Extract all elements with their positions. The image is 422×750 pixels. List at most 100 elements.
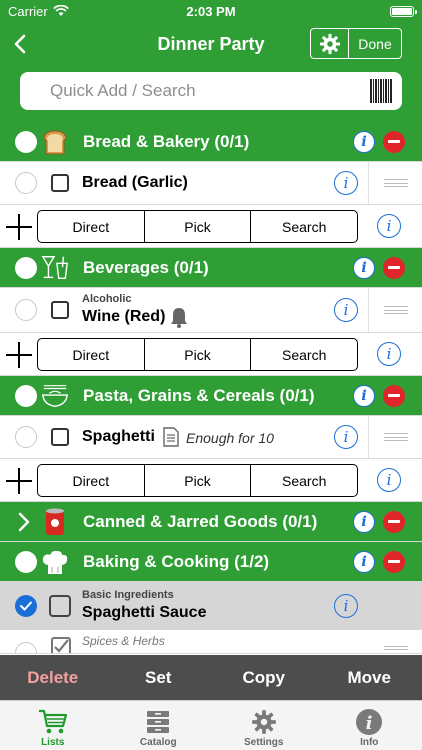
item-info-icon[interactable]: i [334, 171, 358, 195]
item-checkbox[interactable] [51, 174, 69, 192]
chevron-left-icon [14, 34, 26, 54]
category-select-circle[interactable] [15, 550, 37, 573]
pick-button[interactable]: Pick [145, 465, 252, 496]
drag-handle-icon[interactable] [384, 179, 408, 187]
category-label: Canned & Jarred Goods (0/1) [83, 511, 318, 531]
tab-label: Settings [244, 737, 284, 748]
category-select-circle[interactable] [15, 384, 37, 407]
item-subtitle: Spices & Herbs [82, 634, 165, 648]
checked-checkbox-icon[interactable] [50, 636, 72, 654]
checkmark-icon [20, 601, 32, 611]
add-info-icon[interactable]: i [377, 342, 401, 366]
add-mode-segmented-control: Direct Pick Search [37, 464, 358, 497]
category-canned-jarred-goods[interactable]: Canned & Jarred Goods (0/1) i [0, 502, 422, 542]
tab-settings[interactable]: Settings [211, 701, 317, 750]
category-delete-button[interactable] [383, 550, 405, 573]
search-button[interactable]: Search [251, 465, 357, 496]
barcode-icon[interactable] [370, 79, 392, 103]
tab-catalog[interactable]: Catalog [106, 701, 212, 750]
plus-icon[interactable] [6, 468, 32, 494]
info-icon: i [356, 709, 383, 735]
svg-text:i: i [366, 713, 373, 734]
category-info-button[interactable]: i [353, 256, 375, 279]
delete-button[interactable]: Delete [0, 668, 106, 688]
minus-icon [383, 510, 405, 533]
search-button[interactable]: Search [251, 211, 357, 242]
category-info-button[interactable]: i [353, 384, 375, 407]
list-item[interactable]: Spaghetti Enough for 10 i [0, 416, 422, 459]
info-icon: i [353, 510, 375, 533]
category-select-circle[interactable] [15, 256, 37, 279]
category-delete-button[interactable] [383, 256, 405, 279]
pick-button[interactable]: Pick [145, 211, 252, 242]
tab-lists[interactable]: Lists [0, 701, 106, 750]
direct-button[interactable]: Direct [38, 465, 145, 496]
item-select-circle[interactable] [15, 642, 37, 653]
add-item-row: Direct Pick Search i [0, 205, 422, 248]
tab-label: Info [360, 737, 379, 748]
category-info-button[interactable]: i [353, 550, 375, 573]
add-info-icon[interactable]: i [377, 214, 401, 238]
chevron-right-icon[interactable] [18, 512, 30, 532]
minus-icon [383, 384, 405, 407]
set-button[interactable]: Set [106, 668, 212, 688]
item-checkbox[interactable] [49, 594, 71, 617]
tab-bar: Lists Catalog Settings i Info [0, 700, 422, 750]
copy-button[interactable]: Copy [211, 668, 317, 688]
category-info-button[interactable]: i [353, 130, 375, 153]
back-button[interactable] [0, 22, 40, 66]
can-icon [40, 507, 70, 537]
plus-icon[interactable] [6, 214, 32, 240]
category-label: Beverages (0/1) [83, 257, 209, 277]
item-info-icon[interactable]: i [334, 593, 358, 618]
category-delete-button[interactable] [383, 510, 405, 533]
item-select-circle[interactable] [15, 172, 37, 194]
item-select-circle[interactable] [15, 426, 37, 448]
item-select-circle[interactable] [15, 299, 37, 321]
bread-icon [40, 127, 70, 157]
list-item[interactable]: Spices & Herbs [0, 630, 422, 654]
chef-hat-icon [40, 547, 70, 577]
tab-info[interactable]: i Info [317, 701, 422, 750]
category-delete-button[interactable] [383, 130, 405, 153]
pick-button[interactable]: Pick [145, 339, 252, 370]
category-label: Pasta, Grains & Cereals (0/1) [83, 385, 315, 405]
category-baking-cooking[interactable]: Baking & Cooking (1/2) i [0, 542, 422, 582]
category-beverages[interactable]: Beverages (0/1) i [0, 248, 422, 288]
note-icon [163, 427, 179, 447]
minus-icon [383, 550, 405, 573]
add-info-icon[interactable]: i [377, 468, 401, 492]
category-info-button[interactable]: i [353, 510, 375, 533]
direct-button[interactable]: Direct [38, 339, 145, 370]
category-label: Baking & Cooking (1/2) [83, 551, 270, 571]
move-button[interactable]: Move [317, 668, 422, 688]
item-checkbox[interactable] [51, 428, 69, 446]
item-checkbox[interactable] [51, 301, 69, 319]
search-button[interactable]: Search [251, 339, 357, 370]
category-delete-button[interactable] [383, 384, 405, 407]
drag-handle-icon[interactable] [384, 306, 408, 314]
item-select-circle[interactable] [15, 594, 37, 617]
cart-icon [38, 709, 67, 734]
add-mode-segmented-control: Direct Pick Search [37, 210, 358, 243]
done-button[interactable]: Done [349, 29, 401, 58]
item-info-icon[interactable]: i [334, 298, 358, 322]
category-select-circle[interactable] [15, 130, 37, 153]
tab-label: Lists [41, 737, 65, 748]
list-item[interactable]: Bread (Garlic) i [0, 162, 422, 205]
minus-icon [383, 256, 405, 279]
drag-handle-icon[interactable] [384, 645, 408, 653]
search-input[interactable] [50, 81, 370, 101]
direct-button[interactable]: Direct [38, 211, 145, 242]
category-pasta-grains-cereals[interactable]: Pasta, Grains & Cereals (0/1) i [0, 376, 422, 416]
pasta-bowl-icon [40, 381, 70, 411]
drag-handle-icon[interactable] [384, 433, 408, 441]
item-name: Spaghetti [82, 428, 155, 445]
list-settings-button[interactable] [311, 29, 349, 58]
list-item[interactable]: Alcoholic Wine (Red) i [0, 288, 422, 333]
category-bread-bakery[interactable]: Bread & Bakery (0/1) i [0, 122, 422, 162]
plus-icon[interactable] [6, 342, 32, 368]
item-info-icon[interactable]: i [334, 425, 358, 449]
search-bar [20, 72, 402, 110]
list-item-selected[interactable]: Basic Ingredients Spaghetti Sauce i [0, 582, 422, 630]
